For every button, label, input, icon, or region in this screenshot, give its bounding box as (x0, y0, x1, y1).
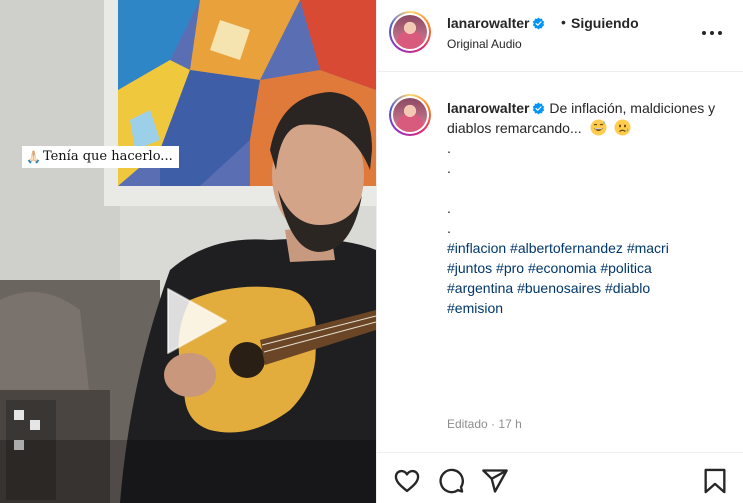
hashtag-link[interactable]: #economia (528, 260, 597, 276)
avatar[interactable] (389, 11, 431, 53)
grinning-sweat-emoji (590, 119, 607, 136)
caption-line: . (447, 200, 451, 216)
overlay-text: Tenía que hacerlo... (42, 149, 173, 164)
praying-hands-emoji: 🙏🏻 (26, 150, 41, 164)
caption-line: . (447, 140, 451, 156)
header-username[interactable]: lanarowalter (447, 15, 545, 31)
hashtag-link[interactable]: #emision (447, 300, 503, 316)
play-icon[interactable] (156, 283, 232, 359)
post-details-panel: lanarowalter • Siguiendo Original Audio … (376, 0, 743, 503)
hashtag-link[interactable]: #pro (496, 260, 524, 276)
hashtag-link[interactable]: #inflacion (447, 240, 506, 256)
bookmark-icon[interactable] (701, 467, 729, 495)
hashtag-link[interactable]: #buenosaires (517, 280, 601, 296)
hashtag-link[interactable]: #politica (600, 260, 651, 276)
caption-line: . (447, 160, 451, 176)
share-icon[interactable] (481, 467, 509, 495)
hashtag-list: #inflacion #albertofernandez #macri #jun… (447, 238, 732, 318)
caption-body: lanarowalter De inflación, maldiciones y… (447, 98, 732, 318)
header-separator: • (561, 14, 566, 30)
post-header: lanarowalter • Siguiendo Original Audio (377, 0, 743, 72)
caption-line (447, 178, 732, 198)
sad-emoji (614, 119, 631, 136)
verified-badge-icon (533, 102, 545, 115)
audio-link[interactable]: Original Audio (447, 37, 522, 51)
caption-username[interactable]: lanarowalter (447, 100, 545, 116)
post-meta: Editado · 17 h (447, 417, 522, 431)
edited-label: Editado (447, 417, 488, 431)
verified-badge-icon (533, 17, 545, 30)
hashtag-link[interactable]: #argentina (447, 280, 513, 296)
heart-icon[interactable] (393, 467, 421, 495)
action-bar (377, 452, 743, 503)
caption-line: . (447, 220, 451, 236)
hashtag-link[interactable]: #diablo (605, 280, 650, 296)
post-time[interactable]: 17 h (498, 417, 521, 431)
meta-separator: · (491, 417, 496, 431)
more-options-icon[interactable] (699, 24, 725, 42)
video-frame (0, 0, 376, 503)
caption-avatar[interactable] (389, 94, 431, 136)
video-overlay-text: 🙏🏻 Tenía que hacerlo... (22, 146, 179, 168)
following-button[interactable]: Siguiendo (571, 15, 639, 31)
hashtag-link[interactable]: #macri (627, 240, 669, 256)
hashtag-link[interactable]: #juntos (447, 260, 492, 276)
comment-icon[interactable] (437, 467, 465, 495)
hashtag-link[interactable]: #albertofernandez (510, 240, 623, 256)
post-video[interactable]: 🙏🏻 Tenía que hacerlo... (0, 0, 376, 503)
